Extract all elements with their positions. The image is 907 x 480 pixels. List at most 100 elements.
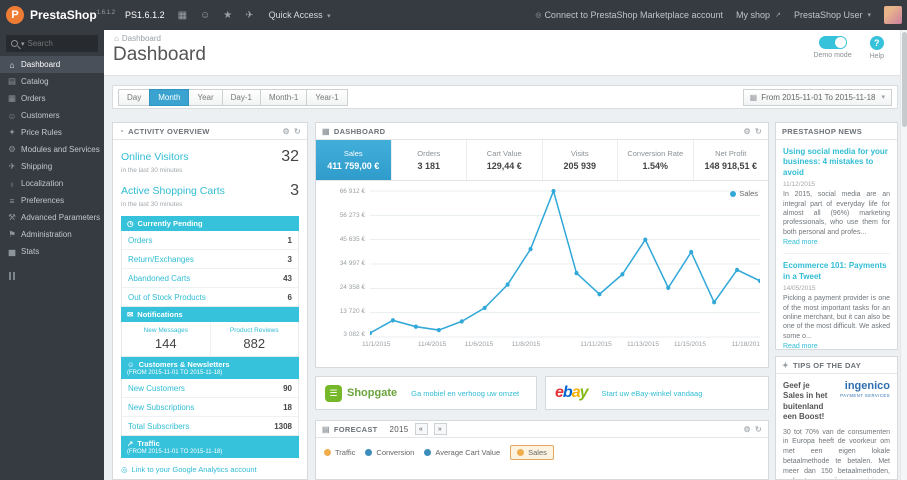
kpi-conversion-rate[interactable]: Conversion Rate 1.54%: [618, 140, 694, 180]
shopgate-promo-panel: ☰ Shopgate Ga mobiel en verhoog uw omzet: [315, 376, 537, 410]
list-item[interactable]: Orders 1: [122, 231, 298, 250]
gear-icon[interactable]: ⚙: [744, 127, 751, 136]
sidebar-item-label: Customers: [21, 111, 60, 120]
scrollbar-thumb[interactable]: [902, 32, 907, 127]
kpi-net-profit[interactable]: Net Profit 148 918,51 €: [694, 140, 769, 180]
sidebar-item-orders[interactable]: ▦ Orders: [0, 90, 104, 107]
sidebar-item-advanced-parameters[interactable]: ⚒ Advanced Parameters: [0, 209, 104, 226]
page-header: ⌂ Dashboard Dashboard Demo mode ? Help: [104, 30, 900, 76]
chart-plot-area[interactable]: Sales: [370, 189, 760, 339]
refresh-icon[interactable]: ↻: [294, 127, 301, 136]
prestashop-news-panel: PRESTASHOP NEWS Using social media for y…: [775, 122, 898, 350]
customers-icon: ☺: [127, 360, 135, 369]
new-messages-stat[interactable]: New Messages 144: [122, 322, 210, 356]
sidebar-item-administration[interactable]: ⚑ Administration: [0, 226, 104, 243]
list-item[interactable]: Return/Exchanges 3: [122, 250, 298, 269]
period-year-1-button[interactable]: Year-1: [306, 88, 348, 106]
star-icon[interactable]: ★: [223, 10, 232, 21]
sidebar-item-customers[interactable]: ☺ Customers: [0, 107, 104, 124]
news-title-link[interactable]: Ecommerce 101: Payments in a Tweet: [783, 261, 890, 282]
rocket-icon[interactable]: ✈: [245, 10, 253, 21]
marketplace-link[interactable]: ◎ Connect to PrestaShop Marketplace accou…: [533, 10, 723, 20]
prestashop-logo[interactable]: P: [6, 6, 24, 24]
sidebar-item-modules[interactable]: ⚙ Modules and Services: [0, 141, 104, 158]
list-item[interactable]: Abandoned Carts 43: [122, 269, 298, 288]
demo-mode-toggle[interactable]: [818, 36, 847, 49]
section-title: Currently Pending: [137, 219, 203, 228]
read-more-link[interactable]: Read more: [783, 343, 890, 349]
toggle-sales[interactable]: Sales: [510, 445, 554, 460]
sidebar-item-catalog[interactable]: ▤ Catalog: [0, 73, 104, 90]
news-title-link[interactable]: Using social media for your business: 4 …: [783, 147, 890, 178]
search-input[interactable]: [27, 39, 84, 48]
period-day-1-button[interactable]: Day-1: [221, 88, 261, 106]
breadcrumb[interactable]: ⌂ Dashboard: [114, 34, 161, 43]
kpi-cart-value[interactable]: Cart Value 129,44 €: [467, 140, 543, 180]
shop-name[interactable]: PS1.6.1.2: [125, 10, 165, 20]
kpi-visits[interactable]: Visits 205 939: [543, 140, 618, 180]
date-range-picker[interactable]: ▦ From 2015-11-01 To 2015-11-18 ▾: [742, 88, 892, 106]
google-analytics-link[interactable]: ◎ Link to your Google Analytics account: [121, 465, 299, 474]
period-year-button[interactable]: Year: [188, 88, 223, 106]
list-item[interactable]: New Subscriptions 18: [122, 398, 298, 417]
period-month-button[interactable]: Month: [149, 88, 190, 106]
chart-legend: Sales: [730, 189, 758, 198]
my-shop-link[interactable]: My shop ↗: [736, 10, 781, 20]
prev-year-button[interactable]: «: [414, 423, 428, 435]
dashboard-icon: ▦: [322, 126, 330, 136]
kpi-orders[interactable]: Orders 3 181: [392, 140, 467, 180]
active-carts-link[interactable]: Active Shopping Carts: [121, 185, 225, 197]
ingenico-logo: ingenico PAYMENT SERVICES: [840, 380, 890, 399]
notifications-columns: New Messages 144 Product Reviews 882: [121, 322, 299, 357]
avatar[interactable]: [884, 6, 902, 24]
toggle-conversion[interactable]: Conversion: [365, 448, 414, 457]
news-body: In 2015, social media are an integral pa…: [783, 191, 890, 236]
user-menu[interactable]: PrestaShop User ▾: [794, 10, 871, 20]
sidebar-item-preferences[interactable]: ≡ Preferences: [0, 192, 104, 209]
version-label: 1.6.1.2: [96, 10, 116, 16]
ebay-promo-link[interactable]: Start uw eBay-winkel vandaag: [602, 389, 703, 398]
sidebar-collapse-button[interactable]: [9, 272, 104, 280]
traffic-icon: ↗: [127, 439, 134, 448]
section-subtitle: (FROM 2015-11-01 TO 2015-11-18): [127, 370, 223, 376]
sidebar-item-price-rules[interactable]: ✦ Price Rules: [0, 124, 104, 141]
page-scrollbar[interactable]: [900, 30, 907, 480]
refresh-icon[interactable]: ↻: [755, 127, 762, 136]
forecast-year-select[interactable]: 2015: [390, 425, 409, 434]
chevron-down-icon: ▾: [327, 13, 331, 20]
customers-icon[interactable]: ☺: [200, 10, 210, 21]
next-year-button[interactable]: »: [433, 423, 447, 435]
customers-icon: ☺: [7, 110, 17, 121]
active-carts-stat: Active Shopping Carts 3 in the last 30 mi…: [113, 174, 307, 208]
sidebar-search[interactable]: ▾: [6, 35, 98, 52]
plug-icon: ◎: [535, 12, 542, 19]
toggle-average-cart-value[interactable]: Average Cart Value: [424, 448, 500, 457]
cart-icon[interactable]: ▦: [178, 10, 187, 21]
tag-icon: ✦: [8, 127, 16, 137]
shopgate-promo-link[interactable]: Ga mobiel en verhoog uw omzet: [411, 389, 519, 398]
refresh-icon[interactable]: ↻: [755, 425, 762, 434]
chart-icon: ▅: [8, 246, 16, 256]
online-visitors-link[interactable]: Online Visitors: [121, 151, 189, 163]
sidebar-item-dashboard[interactable]: ⌂ Dashboard: [0, 56, 104, 73]
product-reviews-stat[interactable]: Product Reviews 882: [209, 322, 299, 356]
toggle-traffic[interactable]: Traffic: [324, 448, 355, 457]
section-header-customers: ☺ Customers & Newsletters (FROM 2015-11-0…: [121, 357, 299, 379]
period-month-1-button[interactable]: Month-1: [259, 88, 308, 106]
sidebar-item-stats[interactable]: ▅ Stats: [0, 243, 104, 260]
sidebar-item-localization[interactable]: ♁ Localization: [0, 175, 104, 192]
gear-icon[interactable]: ⚙: [744, 425, 751, 434]
help-icon[interactable]: ?: [869, 36, 884, 50]
gear-icon[interactable]: ⚙: [283, 127, 290, 136]
list-item[interactable]: Out of Stock Products 6: [122, 288, 298, 306]
list-item[interactable]: New Customers 90: [122, 379, 298, 398]
kpi-sales[interactable]: Sales 411 759,00 €: [316, 140, 392, 180]
sidebar-item-shipping[interactable]: ✈ Shipping: [0, 158, 104, 175]
list-item[interactable]: Total Subscribers 1308: [122, 417, 298, 435]
customers-list: New Customers 90 New Subscriptions 18 Tota…: [121, 379, 299, 436]
period-day-button[interactable]: Day: [118, 88, 151, 106]
read-more-link[interactable]: Read more: [783, 239, 890, 246]
section-title: Notifications: [137, 310, 183, 319]
catalog-icon: ▤: [7, 76, 17, 86]
quick-access-menu[interactable]: Quick Access ▾: [269, 10, 331, 20]
